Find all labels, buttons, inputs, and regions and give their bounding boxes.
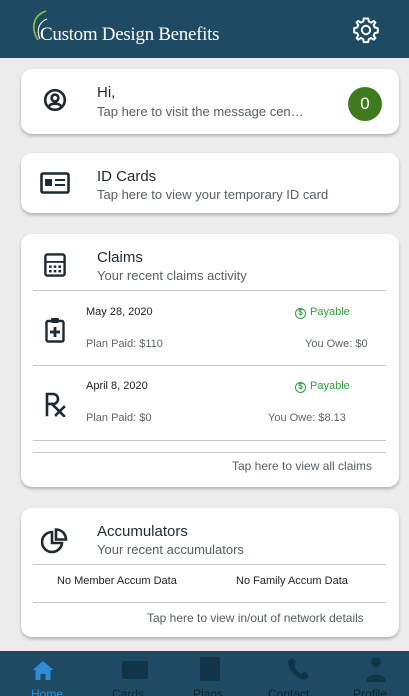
claim-status: $ Payable (295, 306, 350, 319)
accumulators-title: Accumulators (97, 523, 188, 540)
claims-card: Claims Your recent claims activity May 2… (21, 234, 399, 487)
tab-home[interactable]: Home (0, 651, 80, 696)
dollar-circle-icon: $ (295, 308, 306, 319)
phone-icon (288, 658, 309, 680)
id-card-icon (40, 172, 70, 194)
tab-home-label: Home (31, 687, 64, 696)
id-cards-title: ID Cards (97, 168, 157, 185)
greeting-text: Hi, (97, 84, 116, 101)
calculator-icon (44, 253, 66, 277)
member-accum-text: No Member Accum Data (57, 575, 177, 587)
claims-title: Claims (97, 249, 143, 266)
claim-plan-paid: Plan Paid: $110 (86, 338, 163, 350)
id-cards-card[interactable]: ID Cards Tap here to view your temporary… (21, 153, 399, 213)
document-icon (200, 657, 220, 681)
tab-contact[interactable]: Contact (260, 651, 340, 696)
app-header: Custom Design Benefits (0, 0, 409, 58)
accumulators-divider (33, 602, 386, 603)
claim-plan-paid: Plan Paid: $0 (86, 412, 152, 424)
tab-cards-label: Cards (112, 687, 145, 696)
claim-you-owe: You Owe: $8.13 (268, 412, 346, 424)
family-accum-text: No Family Accum Data (236, 575, 348, 587)
home-icon (32, 661, 54, 680)
tab-cards[interactable]: Cards (100, 651, 170, 696)
claim-row[interactable]: May 28, 2020 $ Payable Plan Paid: $110 Yo… (21, 291, 399, 365)
claim-divider (33, 440, 386, 441)
accumulators-card: Accumulators Your recent accumulators No… (21, 508, 399, 637)
bottom-tab-bar: Home Cards Plans Contact Profile (0, 651, 409, 696)
id-cards-subtitle: Tap here to view your temporary ID card (97, 187, 329, 202)
tab-plans[interactable]: Plans (183, 651, 243, 696)
accumulators-subtitle: Your recent accumulators (97, 542, 244, 557)
tab-contact-label: Contact (268, 687, 310, 696)
claim-date: May 28, 2020 (86, 306, 153, 318)
view-all-claims-link[interactable]: Tap here to view all claims (232, 459, 372, 473)
message-count-badge: 0 (348, 87, 382, 121)
network-details-link[interactable]: Tap here to view in/out of network detai… (147, 611, 364, 625)
tab-profile[interactable]: Profile (345, 651, 409, 696)
dollar-circle-icon: $ (295, 382, 306, 393)
tab-profile-label: Profile (353, 687, 388, 696)
id-card-icon (122, 661, 148, 679)
claim-status-label: Payable (310, 380, 350, 392)
claim-row[interactable]: April 8, 2020 $ Payable Plan Paid: $0 You… (21, 366, 399, 440)
user-circle-icon (43, 88, 67, 112)
claim-status-label: Payable (310, 306, 350, 318)
claim-you-owe: You Owe: $0 (305, 338, 368, 350)
gear-icon[interactable] (352, 16, 380, 44)
message-center-subtitle: Tap here to visit the message cen… (97, 104, 304, 119)
accumulators-divider (33, 564, 386, 565)
claim-status: $ Payable (295, 380, 350, 393)
pie-chart-icon (41, 528, 68, 554)
claim-date: April 8, 2020 (86, 380, 148, 392)
claims-footer-divider (33, 452, 386, 453)
medical-clipboard-icon (45, 318, 65, 343)
app-title: Custom Design Benefits (40, 24, 220, 45)
claims-subtitle: Your recent claims activity (97, 268, 247, 283)
message-center-card[interactable]: Hi, Tap here to visit the message cen… 0 (21, 69, 399, 134)
tab-plans-label: Plans (193, 687, 224, 696)
rx-icon (45, 392, 66, 417)
person-icon (366, 657, 386, 682)
